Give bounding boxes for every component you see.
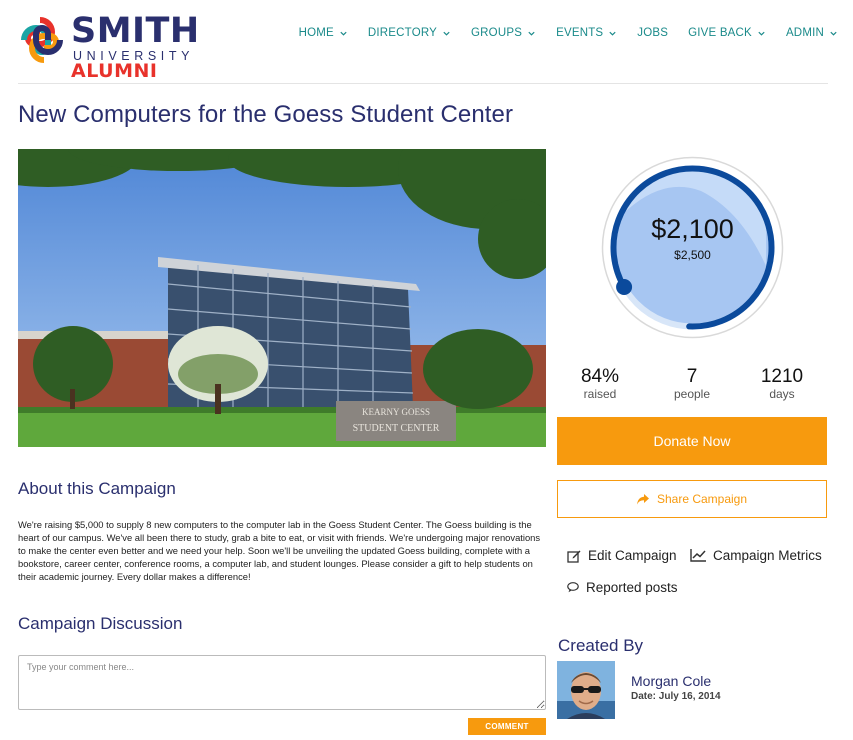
nav-groups[interactable]: GROUPS bbox=[451, 27, 536, 39]
creator-date-value: July 16, 2014 bbox=[658, 691, 721, 702]
chevron-down-icon bbox=[609, 31, 616, 36]
edit-icon bbox=[567, 550, 581, 563]
progress-knob bbox=[616, 279, 633, 295]
goal-amount: $2,500 bbox=[674, 248, 711, 262]
nav-admin[interactable]: ADMIN bbox=[766, 27, 838, 39]
campaign-metrics-label: Campaign Metrics bbox=[713, 548, 822, 563]
nav-home[interactable]: HOME bbox=[279, 27, 348, 39]
nav-give-back[interactable]: GIVE BACK bbox=[668, 27, 766, 39]
creator-avatar[interactable] bbox=[557, 661, 615, 719]
nav-directory-label: DIRECTORY bbox=[367, 27, 438, 39]
stat-raised-label: raised bbox=[583, 387, 617, 401]
creator-date-label: Date: bbox=[631, 691, 657, 702]
creator-date: Date: July 16, 2014 bbox=[631, 691, 721, 702]
nav-home-label: HOME bbox=[298, 27, 334, 39]
stat-days-label: days bbox=[769, 387, 795, 401]
building-photo: KEARNY GOESS STUDENT CENTER bbox=[18, 149, 546, 447]
nav-jobs-label: JOBS bbox=[637, 27, 669, 39]
raised-amount: $2,100 bbox=[651, 214, 734, 244]
donate-now-button[interactable]: Donate Now bbox=[557, 417, 827, 465]
reported-posts-label: Reported posts bbox=[586, 580, 678, 595]
share-arrow-icon bbox=[636, 493, 649, 504]
stat-raised-value: 84% bbox=[580, 366, 620, 387]
campaign-image: KEARNY GOESS STUDENT CENTER bbox=[18, 149, 546, 447]
nav-groups-label: GROUPS bbox=[471, 27, 523, 39]
share-campaign-button[interactable]: Share Campaign bbox=[557, 480, 827, 518]
nav-jobs[interactable]: JOBS bbox=[617, 27, 668, 39]
sign-text-line2: STUDENT CENTER bbox=[353, 423, 440, 434]
discussion-heading: Campaign Discussion bbox=[18, 614, 183, 633]
share-campaign-label: Share Campaign bbox=[656, 492, 748, 506]
about-heading: About this Campaign bbox=[18, 479, 176, 498]
logo-mark-icon bbox=[21, 17, 63, 63]
reported-posts-link[interactable]: Reported posts bbox=[567, 580, 678, 595]
chevron-down-icon bbox=[758, 31, 765, 36]
stat-days: 1210 days bbox=[742, 366, 822, 402]
stat-people-label: people bbox=[673, 387, 711, 401]
about-text: We're raising $5,000 to supply 8 new com… bbox=[18, 519, 541, 582]
comment-submit-button[interactable]: COMMENT bbox=[468, 718, 546, 735]
stat-people-value: 7 bbox=[686, 366, 698, 387]
logo-smith-text: SMITH bbox=[71, 11, 200, 51]
nav-give-back-label: GIVE BACK bbox=[688, 27, 752, 39]
edit-campaign-label: Edit Campaign bbox=[588, 548, 677, 563]
stat-days-value: 1210 bbox=[760, 366, 804, 387]
logo-alumni-text: ALUMNI bbox=[71, 60, 158, 82]
chevron-down-icon bbox=[340, 31, 347, 36]
nav-admin-label: ADMIN bbox=[785, 27, 824, 39]
edit-campaign-link[interactable]: Edit Campaign bbox=[567, 548, 677, 563]
line-chart-icon bbox=[690, 549, 706, 562]
progress-ring: $2,100 $2,500 bbox=[601, 156, 784, 339]
created-by-heading: Created By bbox=[558, 636, 644, 655]
nav-events-label: EVENTS bbox=[556, 27, 604, 39]
site-logo[interactable]: SMITH UNIVERSITY ALUMNI bbox=[18, 12, 213, 82]
main-nav: HOME DIRECTORY GROUPS EVENTS JOBS GIVE B… bbox=[279, 27, 838, 39]
chevron-down-icon bbox=[443, 31, 450, 36]
creator-name[interactable]: Morgan Cole bbox=[631, 673, 711, 689]
comment-icon bbox=[567, 582, 579, 593]
page-title: New Computers for the Goess Student Cent… bbox=[18, 101, 514, 128]
header-divider bbox=[18, 83, 828, 84]
comment-input[interactable] bbox=[18, 655, 546, 710]
stat-people: 7 people bbox=[652, 366, 732, 402]
nav-events[interactable]: EVENTS bbox=[536, 27, 617, 39]
chevron-down-icon bbox=[830, 31, 837, 36]
chevron-down-icon bbox=[528, 31, 535, 36]
stat-raised: 84% raised bbox=[560, 366, 640, 402]
avatar-photo bbox=[557, 661, 615, 719]
nav-directory[interactable]: DIRECTORY bbox=[348, 27, 451, 39]
sign-text-line1: KEARNY GOESS bbox=[362, 407, 430, 417]
campaign-metrics-link[interactable]: Campaign Metrics bbox=[690, 548, 822, 563]
